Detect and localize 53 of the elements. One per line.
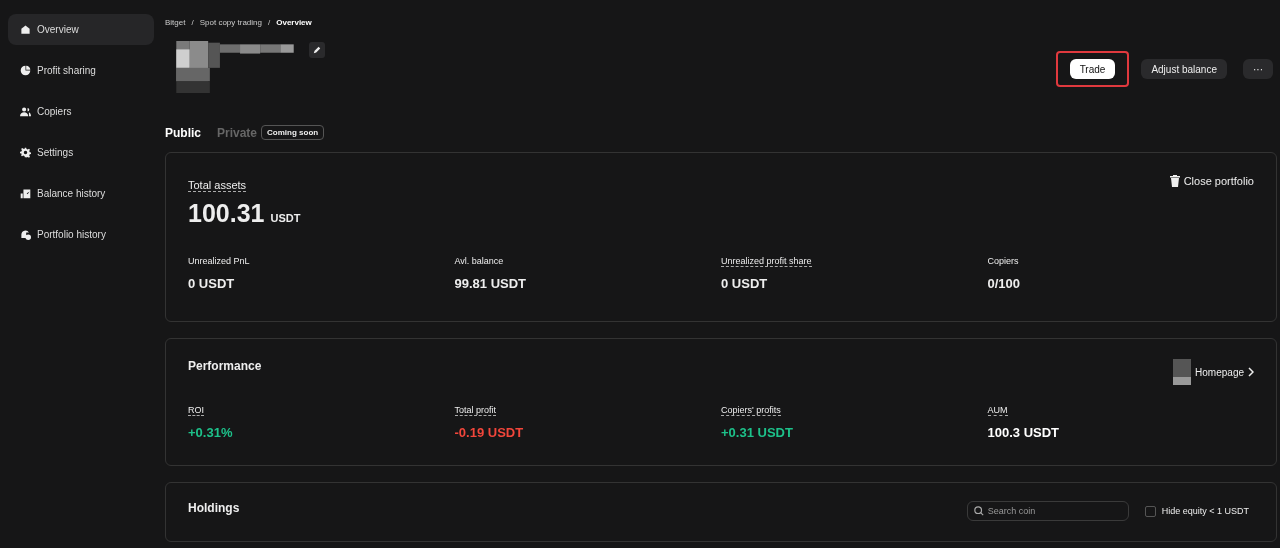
settings-icon [20, 147, 31, 158]
stat-label: Total profit [454, 405, 497, 416]
chevron-right-icon [1248, 367, 1254, 377]
chart-icon [20, 188, 31, 199]
breadcrumb-current: Overview [276, 18, 312, 27]
trade-button[interactable]: Trade [1069, 59, 1116, 79]
currency-unit: USDT [270, 212, 301, 224]
sidebar-item[interactable]: Settings [8, 137, 154, 168]
adjust-balance-button[interactable]: Adjust balance [1141, 59, 1227, 79]
stat-value: +0.31 USDT [721, 425, 794, 440]
more-button[interactable]: ··· [1243, 59, 1273, 79]
house-icon [20, 24, 31, 35]
pie-chart-icon [20, 65, 31, 76]
stat-label: Unrealized profit share [721, 256, 812, 267]
stat-label: Copiers [987, 256, 1019, 267]
stat-value: -0.19 USDT [454, 425, 525, 440]
stat-label: Copiers' profits [721, 405, 781, 416]
stat-label: ROI [188, 405, 204, 416]
close-portfolio-button[interactable]: Close portfolio [1169, 175, 1254, 187]
stat-value: 100.3 USDT [987, 425, 1061, 440]
sidebar-item[interactable]: Profit sharing [8, 55, 154, 86]
sidebar-item[interactable]: Copiers [8, 96, 154, 127]
stat-label: Unrealized PnL [188, 256, 250, 267]
trash-icon [1169, 175, 1180, 187]
tab[interactable]: Public [165, 125, 201, 140]
stat-value: 0 USDT [188, 276, 236, 291]
section-title: Holdings [188, 501, 240, 517]
total-assets-value: 100.31 [188, 199, 265, 228]
homepage-link[interactable]: Homepage [1173, 359, 1254, 385]
stat-label: Avl. balance [454, 256, 504, 267]
checkbox-label: Hide equity < 1 USDT [1161, 506, 1249, 516]
stat-value: +0.31% [188, 425, 234, 440]
breadcrumb-link[interactable]: Bitget [165, 18, 186, 27]
stat-value: 0/100 [987, 276, 1022, 291]
stat-value: 99.81 USDT [454, 276, 528, 291]
sidebar-item[interactable]: Overview [8, 14, 154, 45]
total-assets-label: Total assets [188, 179, 247, 192]
edit-button[interactable] [309, 42, 325, 58]
section-title: Performance [188, 359, 262, 373]
breadcrumb-separator: / [267, 18, 271, 27]
breadcrumb-link[interactable]: Spot copy trading [199, 18, 262, 27]
people-icon [20, 106, 31, 117]
stat-value: 0 USDT [721, 276, 769, 291]
checkbox[interactable] [1144, 505, 1156, 517]
history-icon [20, 229, 31, 240]
search-field[interactable]: Search coin [966, 501, 1129, 521]
pencil-icon [313, 46, 321, 54]
sidebar-item[interactable]: Balance history [8, 178, 154, 209]
stat-label: AUM [987, 405, 1008, 416]
coming-soon-badge: Coming soon [261, 125, 325, 140]
search-icon [973, 506, 984, 516]
breadcrumb-separator: / [191, 18, 194, 27]
sidebar-item[interactable]: Portfolio history [8, 219, 154, 250]
